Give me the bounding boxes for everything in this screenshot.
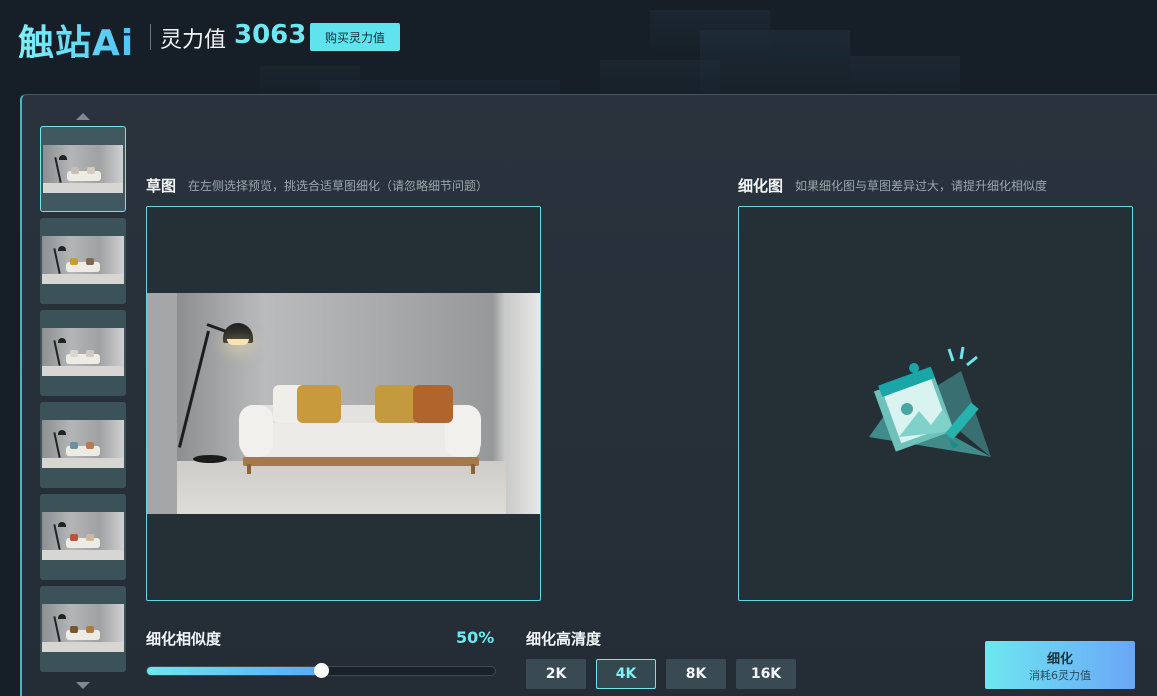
- thumbnail-item[interactable]: [40, 586, 126, 672]
- resolution-option-4k[interactable]: 4K: [596, 659, 656, 689]
- power-value: 3063: [234, 20, 307, 50]
- refined-preview: [738, 206, 1133, 601]
- refined-title: 细化图: [738, 177, 784, 195]
- thumbnail-item[interactable]: [40, 126, 126, 212]
- refined-hint: 如果细化图与草图差异过大，请提升细化相似度: [795, 179, 1048, 193]
- buy-power-button[interactable]: 购买灵力值: [310, 23, 400, 51]
- power-label: 灵力值: [160, 28, 227, 53]
- sketch-image: [147, 293, 540, 514]
- sketch-hint: 在左侧选择预览，挑选合适草图细化（请忽略细节问题）: [188, 179, 489, 193]
- sketch-title: 草图: [146, 177, 177, 195]
- similarity-label: 细化相似度: [146, 630, 222, 648]
- similarity-value: 50%: [456, 628, 495, 647]
- empty-image-placeholder-icon: [869, 345, 1004, 465]
- app-logo: 触站Ai: [18, 14, 134, 64]
- thumbnail-item[interactable]: [40, 494, 126, 580]
- refine-button-label: 细化: [1046, 651, 1073, 667]
- thumbnail-scroll-down-icon[interactable]: [76, 682, 90, 689]
- similarity-slider[interactable]: [146, 663, 496, 678]
- header-divider: [150, 24, 151, 50]
- resolution-option-16k[interactable]: 16K: [736, 659, 796, 689]
- thumbnail-item[interactable]: [40, 218, 126, 304]
- refine-button-cost: 消耗6灵力值: [1029, 668, 1091, 682]
- resolution-option-2k[interactable]: 2K: [526, 659, 586, 689]
- similarity-slider-handle[interactable]: [314, 663, 329, 678]
- thumbnail-item[interactable]: [40, 402, 126, 488]
- thumbnail-scroll-up-icon[interactable]: [76, 113, 90, 120]
- sketch-preview: [146, 206, 541, 601]
- resolution-label: 细化高清度: [526, 630, 602, 648]
- refine-button[interactable]: 细化 消耗6灵力值: [985, 641, 1135, 689]
- thumbnail-item[interactable]: [40, 310, 126, 396]
- app-header: 触站Ai 灵力值 3063 购买灵力值: [0, 0, 1157, 80]
- resolution-option-8k[interactable]: 8K: [666, 659, 726, 689]
- similarity-slider-fill: [147, 667, 321, 675]
